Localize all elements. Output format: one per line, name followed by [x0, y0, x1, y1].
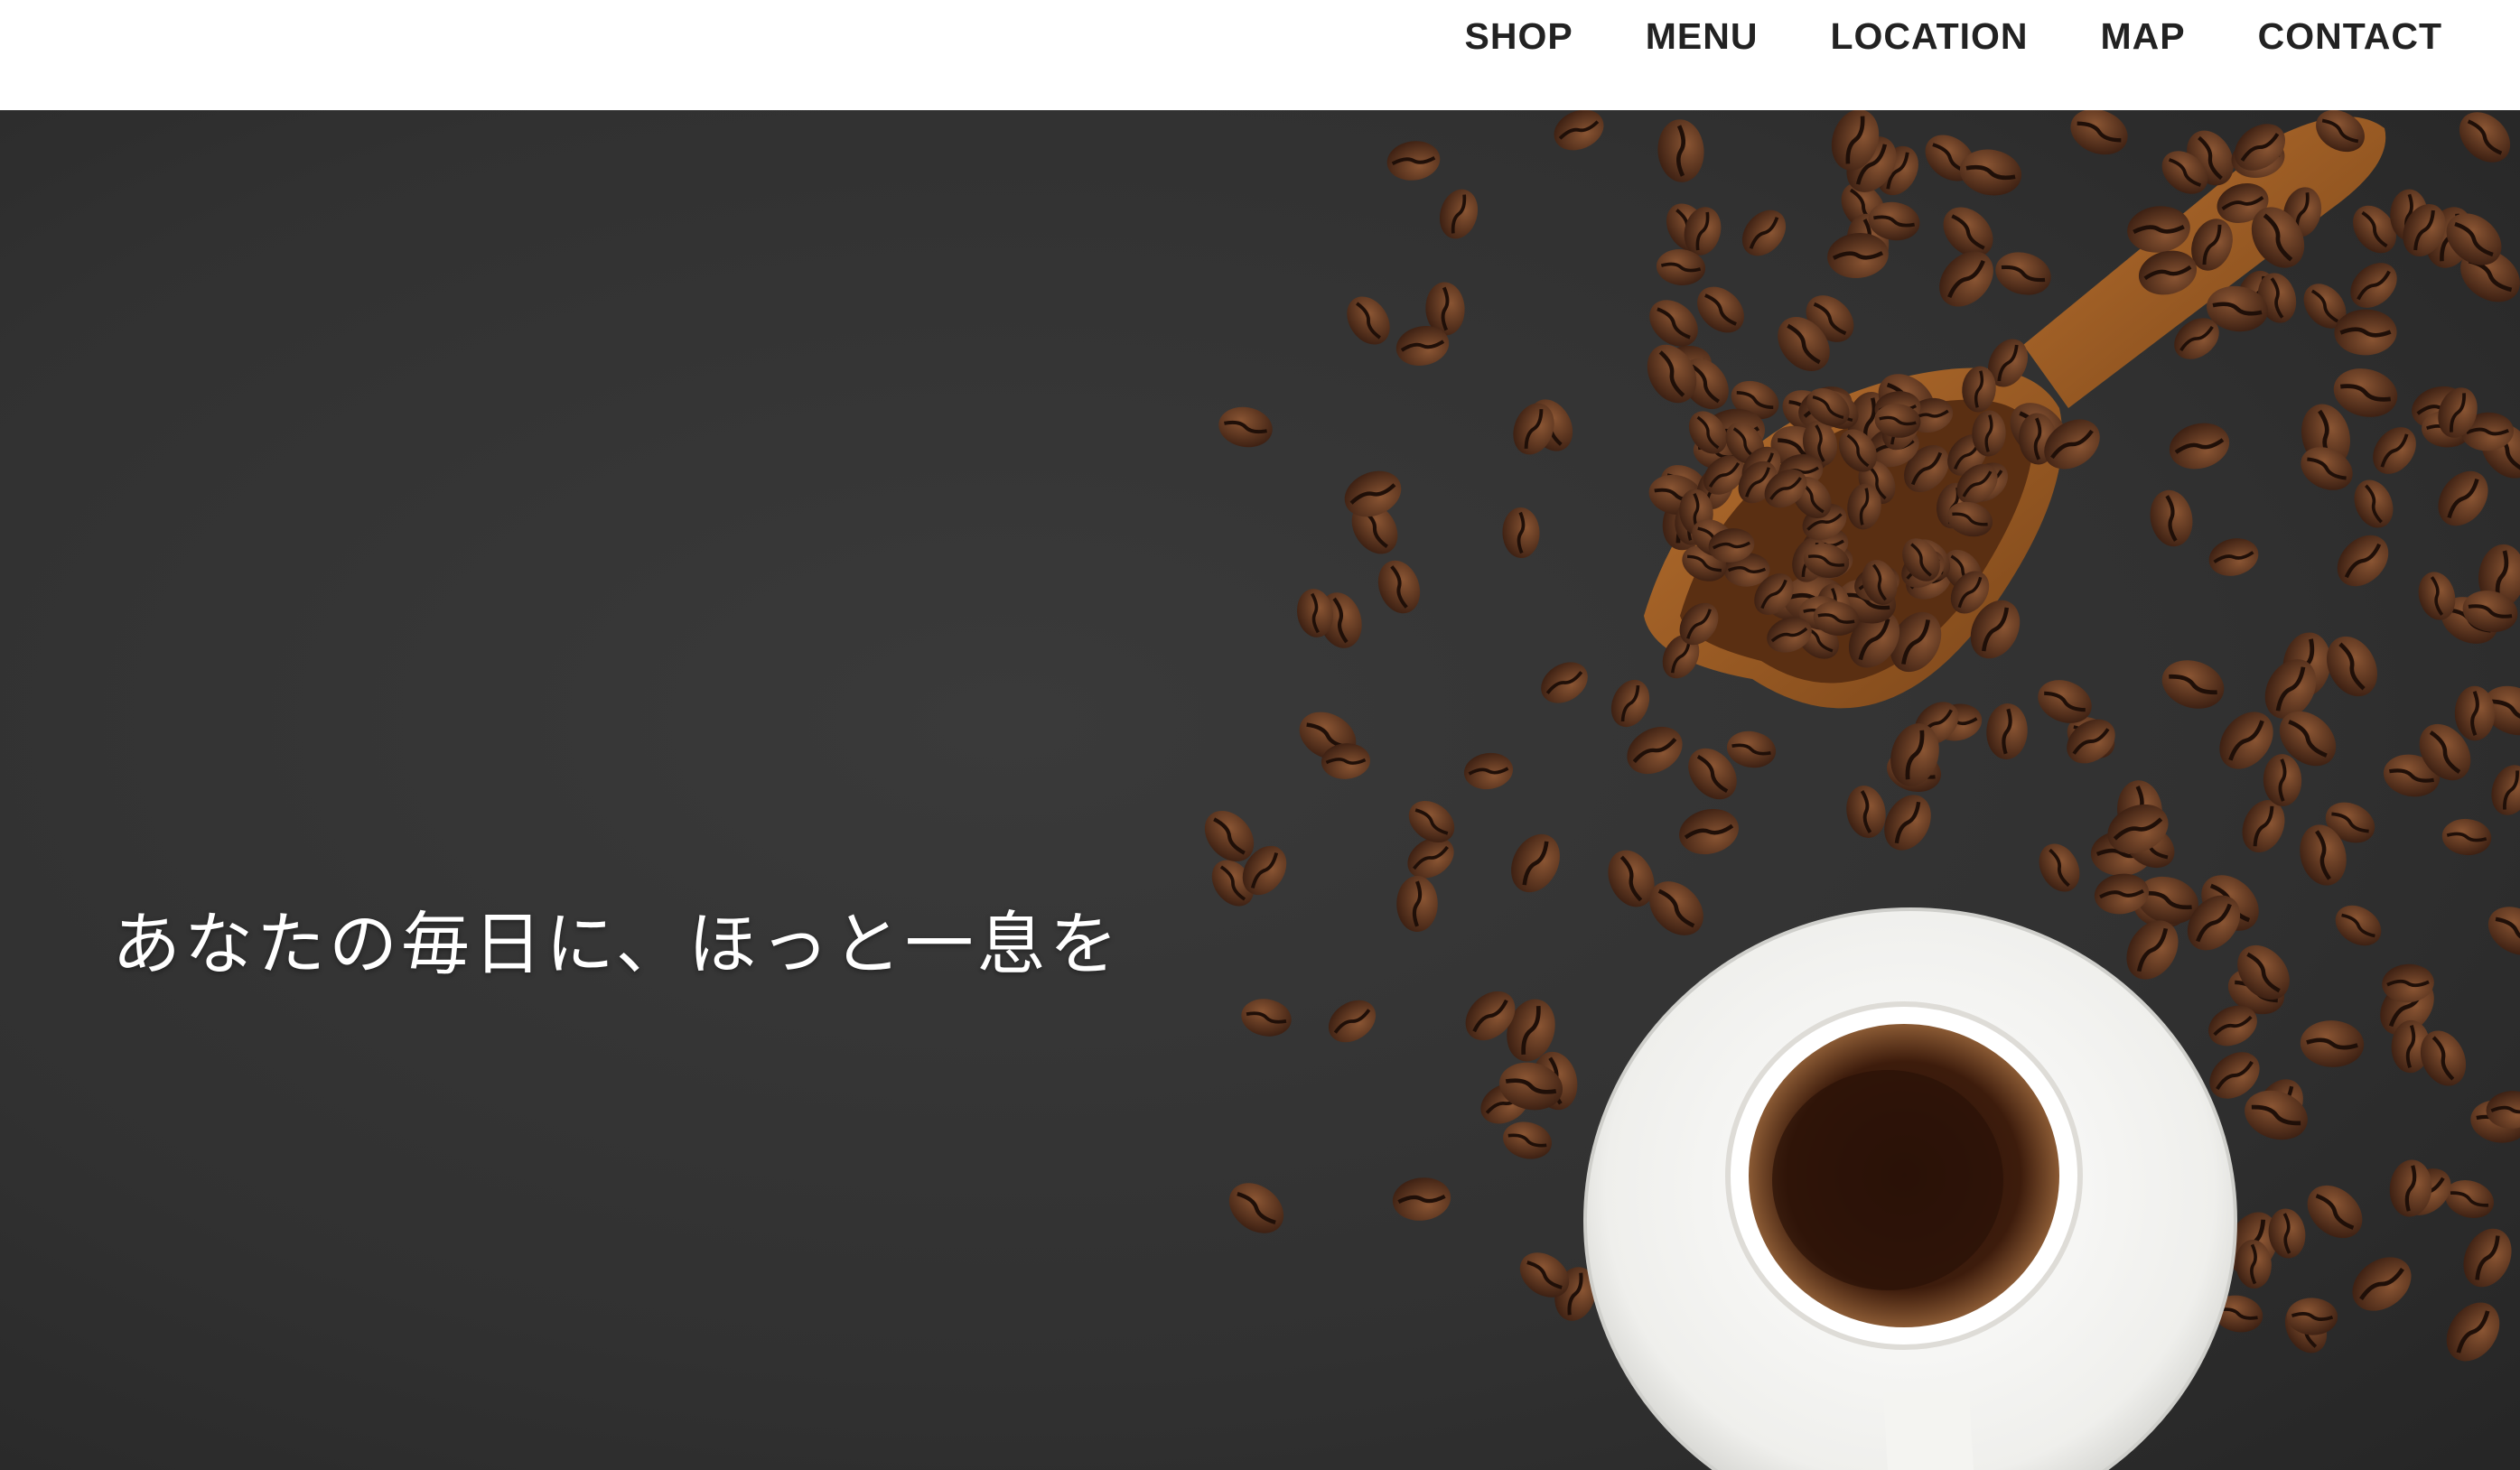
nav-link-shop[interactable]: SHOP — [1465, 15, 1573, 58]
nav-link-contact[interactable]: CONTACT — [2258, 15, 2442, 58]
hero-section: あなたの毎日に、ほっと一息を — [0, 110, 2520, 1470]
nav-link-location[interactable]: LOCATION — [1830, 15, 2028, 58]
main-nav: SHOP MENU LOCATION MAP CONTACT — [1465, 9, 2442, 63]
hero-tagline: あなたの毎日に、ほっと一息を — [112, 904, 1122, 984]
hero-background-image — [0, 110, 2520, 1470]
nav-link-map[interactable]: MAP — [2101, 15, 2186, 58]
site-header: SHOP MENU LOCATION MAP CONTACT — [0, 0, 2520, 110]
nav-link-menu[interactable]: MENU — [1646, 15, 1759, 58]
